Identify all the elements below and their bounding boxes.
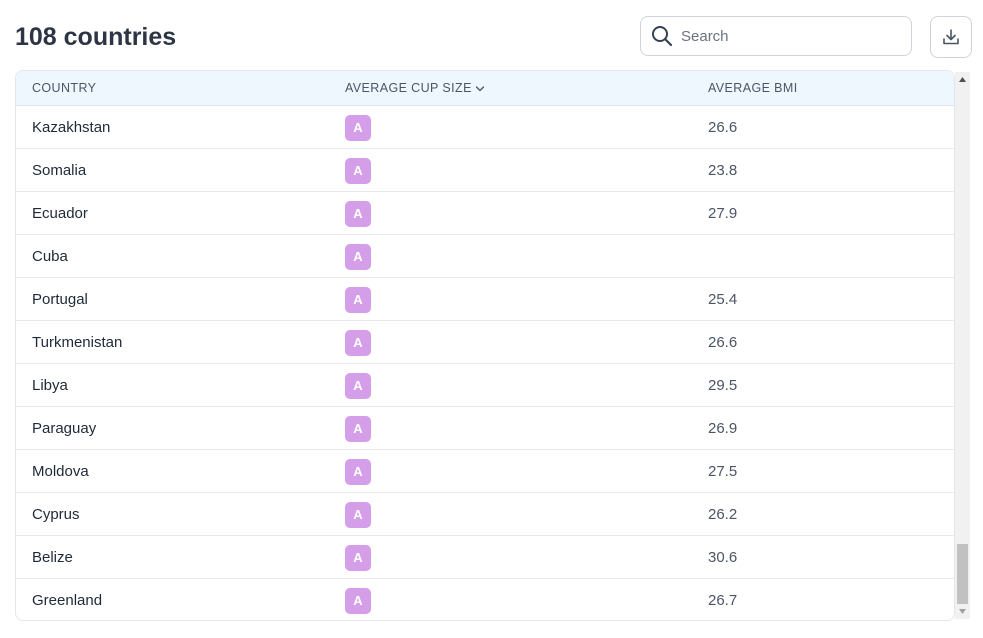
page-title: 108 countries xyxy=(15,23,177,51)
country-cell: Greenland xyxy=(32,592,103,609)
cup-size-badge: A xyxy=(345,201,371,227)
download-icon xyxy=(943,29,959,45)
cup-size-badge: A xyxy=(345,545,371,571)
table-row[interactable]: Cuba A xyxy=(16,235,954,278)
country-cell: Ecuador xyxy=(32,205,88,222)
table-row[interactable]: Greenland A 26.7 xyxy=(16,579,954,620)
country-cell: Paraguay xyxy=(32,420,97,437)
scroll-down-arrow[interactable] xyxy=(955,604,970,619)
bmi-cell: 23.8 xyxy=(708,162,738,179)
table-body: Kazakhstan A 26.6 Somalia A 23.8 Ecuador A 27.9 C… xyxy=(16,106,954,620)
bmi-cell: 27.5 xyxy=(708,463,738,480)
cup-size-badge: A xyxy=(345,459,371,485)
triangle-down-icon xyxy=(959,609,966,614)
search-icon xyxy=(652,26,673,47)
search-input[interactable] xyxy=(681,27,891,45)
chevron-down-icon xyxy=(475,86,484,91)
country-cell: Somalia xyxy=(32,162,87,179)
cup-size-badge: A xyxy=(345,287,371,313)
table-row[interactable]: Paraguay A 26.9 xyxy=(16,407,954,450)
table-row[interactable]: Somalia A 23.8 xyxy=(16,149,954,192)
column-header-cup-size[interactable]: AVERAGE CUP SIZE xyxy=(345,71,485,105)
table-header: COUNTRY AVERAGE CUP SIZE AVERAGE BMI xyxy=(16,71,954,106)
download-button[interactable] xyxy=(930,16,972,58)
bmi-cell: 30.6 xyxy=(708,549,738,566)
column-header-country[interactable]: COUNTRY xyxy=(32,71,96,105)
cup-size-badge: A xyxy=(345,502,371,528)
bmi-cell: 25.4 xyxy=(708,291,738,308)
bmi-cell: 26.7 xyxy=(708,592,738,609)
table-row[interactable]: Cyprus A 26.2 xyxy=(16,493,954,536)
bmi-cell: 26.6 xyxy=(708,119,738,136)
search-box[interactable] xyxy=(640,16,912,56)
bmi-cell: 26.9 xyxy=(708,420,738,437)
countries-table: COUNTRY AVERAGE CUP SIZE AVERAGE BMI Kaz… xyxy=(15,70,955,621)
scroll-thumb[interactable] xyxy=(957,544,968,604)
bmi-cell: 27.9 xyxy=(708,205,738,222)
bmi-cell: 29.5 xyxy=(708,377,738,394)
triangle-up-icon xyxy=(959,77,966,82)
column-header-bmi[interactable]: AVERAGE BMI xyxy=(708,71,798,105)
table-row[interactable]: Turkmenistan A 26.6 xyxy=(16,321,954,364)
country-cell: Moldova xyxy=(32,463,89,480)
scrollbar[interactable] xyxy=(955,72,970,619)
table-row[interactable]: Portugal A 25.4 xyxy=(16,278,954,321)
scroll-up-arrow[interactable] xyxy=(955,72,970,87)
bmi-cell: 26.6 xyxy=(708,334,738,351)
cup-size-badge: A xyxy=(345,330,371,356)
cup-size-badge: A xyxy=(345,373,371,399)
table-row[interactable]: Kazakhstan A 26.6 xyxy=(16,106,954,149)
cup-size-badge: A xyxy=(345,588,371,614)
table-row[interactable]: Libya A 29.5 xyxy=(16,364,954,407)
column-header-cup-size-label: AVERAGE CUP SIZE xyxy=(345,81,472,95)
cup-size-badge: A xyxy=(345,115,371,141)
country-cell: Turkmenistan xyxy=(32,334,123,351)
country-cell: Belize xyxy=(32,549,73,566)
cup-size-badge: A xyxy=(345,416,371,442)
bmi-cell: 26.2 xyxy=(708,506,738,523)
cup-size-badge: A xyxy=(345,158,371,184)
country-cell: Cyprus xyxy=(32,506,80,523)
country-cell: Libya xyxy=(32,377,68,394)
table-row[interactable]: Belize A 30.6 xyxy=(16,536,954,579)
cup-size-badge: A xyxy=(345,244,371,270)
table-row[interactable]: Ecuador A 27.9 xyxy=(16,192,954,235)
country-cell: Kazakhstan xyxy=(32,119,111,136)
country-cell: Portugal xyxy=(32,291,88,308)
table-row[interactable]: Moldova A 27.5 xyxy=(16,450,954,493)
country-cell: Cuba xyxy=(32,248,68,265)
